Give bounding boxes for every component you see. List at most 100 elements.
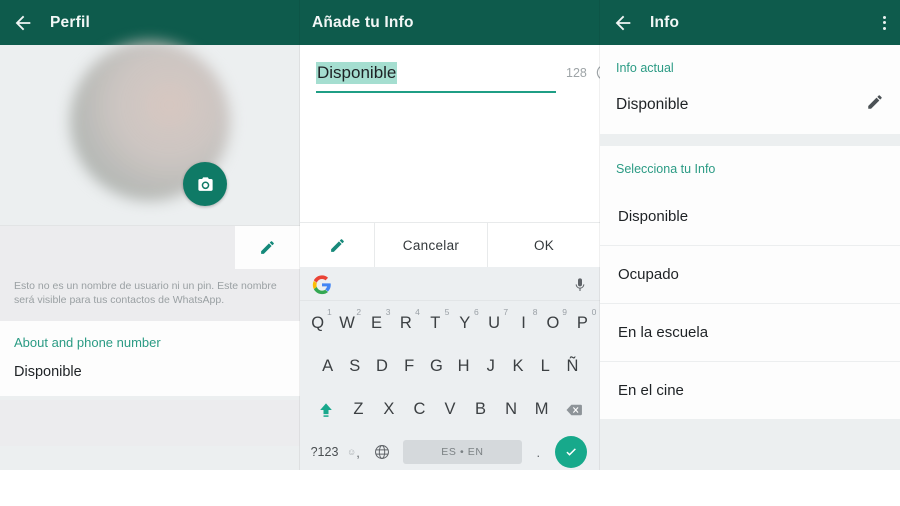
key-m[interactable]: M <box>526 388 557 431</box>
microphone-icon[interactable] <box>572 276 588 294</box>
about-value: Disponible <box>14 364 82 380</box>
option-disponible[interactable]: Disponible <box>600 188 900 245</box>
ok-button[interactable]: OK <box>487 223 600 267</box>
key-p[interactable]: 0P <box>568 301 597 345</box>
info-appbar: Info <box>600 0 900 45</box>
select-info-card: Selecciona tu Info Disponible Ocupado En… <box>600 146 900 419</box>
key-x[interactable]: X <box>374 388 405 431</box>
current-info-card: Info actual Disponible <box>600 45 900 134</box>
input-underline <box>316 91 556 93</box>
key-y[interactable]: 6Y <box>450 301 479 345</box>
back-arrow-icon[interactable] <box>12 12 34 34</box>
key-w-alt: 2 <box>356 307 362 317</box>
profile-panel: Perfil Esto no es un nombre de usuario n… <box>0 0 300 470</box>
spacebar[interactable]: ES • EN <box>402 440 522 464</box>
key-d[interactable]: D <box>368 345 395 388</box>
overflow-menu-icon[interactable] <box>883 15 886 30</box>
key-u-alt: 7 <box>503 307 509 317</box>
current-info-value: Disponible <box>616 95 689 113</box>
profile-helper-text: Esto no es un nombre de usuario ni un pi… <box>0 269 300 321</box>
check-confirm-icon[interactable] <box>551 436 592 468</box>
profile-name-value <box>0 226 235 269</box>
panel-divider-left <box>299 0 300 470</box>
key-o-alt: 9 <box>562 307 567 317</box>
key-q-alt: 1 <box>326 307 332 317</box>
key-t[interactable]: 5T <box>421 301 450 345</box>
info-panel-bottom <box>600 419 900 431</box>
option-en-el-cine[interactable]: En el cine <box>600 361 900 419</box>
period-key[interactable]: . <box>526 431 551 470</box>
edit-info-appbar: Añade tu Info <box>300 0 600 45</box>
key-p-alt: 0 <box>591 307 597 317</box>
key-b[interactable]: B <box>465 388 496 431</box>
key-r-alt: 4 <box>415 307 420 317</box>
key-y-alt: 6 <box>473 307 479 317</box>
about-label: About and phone number <box>14 335 161 350</box>
virtual-keyboard: 1Q 2W 3E 4R 5T 6Y 7U 8I 9O 0P A S D F G … <box>300 267 600 470</box>
google-g-icon[interactable] <box>312 274 332 295</box>
symbols-key[interactable]: ?123 <box>308 431 341 470</box>
key-f[interactable]: F <box>396 345 423 388</box>
select-info-label: Selecciona tu Info <box>600 146 900 188</box>
pencil-icon[interactable] <box>235 226 300 269</box>
about-section[interactable]: About and phone number Disponible <box>0 321 300 396</box>
profile-bottom-strip <box>0 400 300 446</box>
key-g[interactable]: G <box>423 345 450 388</box>
keyboard-row-4: ?123 ☺ , ES • EN . <box>300 431 600 470</box>
key-k[interactable]: K <box>504 345 531 388</box>
current-info-label: Info actual <box>600 45 900 87</box>
comma-key-alt: ☺ <box>347 447 357 457</box>
edit-info-panel: Añade tu Info Disponible 128 Cancelar OK… <box>300 0 600 470</box>
key-j[interactable]: J <box>477 345 504 388</box>
key-c[interactable]: C <box>404 388 435 431</box>
key-r[interactable]: 4R <box>391 301 420 345</box>
cancel-button[interactable]: Cancelar <box>375 223 487 267</box>
backspace-icon[interactable] <box>557 388 592 431</box>
key-u[interactable]: 7U <box>479 301 508 345</box>
option-en-la-escuela[interactable]: En la escuela <box>600 303 900 361</box>
profile-name-row[interactable] <box>0 225 300 269</box>
key-w[interactable]: 2W <box>332 301 361 345</box>
current-info-row[interactable]: Disponible <box>600 87 900 134</box>
key-h[interactable]: H <box>450 345 477 388</box>
status-input[interactable]: Disponible <box>316 62 556 93</box>
key-a[interactable]: A <box>314 345 341 388</box>
keyboard-row-2: A S D F G H J K L Ñ <box>300 345 600 388</box>
key-i-alt: 8 <box>532 307 538 317</box>
key-enye[interactable]: Ñ <box>559 345 586 388</box>
shift-up-icon[interactable] <box>308 388 343 431</box>
key-z[interactable]: Z <box>343 388 374 431</box>
key-n[interactable]: N <box>496 388 527 431</box>
key-s[interactable]: S <box>341 345 368 388</box>
panel-divider-right <box>599 0 600 470</box>
key-e[interactable]: 3E <box>362 301 391 345</box>
pencil-icon[interactable] <box>866 93 884 116</box>
info-title: Info <box>650 13 680 31</box>
pencil-icon[interactable] <box>300 223 375 267</box>
edit-input-row: Disponible 128 <box>316 62 600 93</box>
profile-appbar: Perfil <box>0 0 300 45</box>
edit-info-title: Añade tu Info <box>312 13 414 31</box>
key-e-alt: 3 <box>385 307 391 317</box>
edit-action-row: Cancelar OK <box>300 222 600 267</box>
keyboard-row-3: Z X C V B N M <box>300 388 600 431</box>
card-divider <box>600 134 900 146</box>
key-o[interactable]: 9O <box>538 301 567 345</box>
keyboard-suggestion-bar <box>300 269 600 301</box>
key-i[interactable]: 8I <box>509 301 538 345</box>
key-v[interactable]: V <box>435 388 466 431</box>
char-counter: 128 <box>566 66 587 80</box>
globe-language-icon[interactable] <box>366 431 399 470</box>
edit-info-body: Disponible 128 <box>300 45 600 222</box>
avatar-area <box>0 41 300 225</box>
option-ocupado[interactable]: Ocupado <box>600 245 900 303</box>
back-arrow-icon[interactable] <box>612 12 634 34</box>
comma-key[interactable]: ☺ , <box>341 431 366 470</box>
screenshot-root: Perfil Esto no es un nombre de usuario n… <box>0 0 900 506</box>
key-l[interactable]: L <box>532 345 559 388</box>
key-q[interactable]: 1Q <box>303 301 332 345</box>
camera-icon[interactable] <box>183 162 227 206</box>
info-panel: Info Info actual Disponible Selecciona t… <box>600 0 900 470</box>
key-t-alt: 5 <box>444 307 450 317</box>
keyboard-row-1: 1Q 2W 3E 4R 5T 6Y 7U 8I 9O 0P <box>300 301 600 345</box>
